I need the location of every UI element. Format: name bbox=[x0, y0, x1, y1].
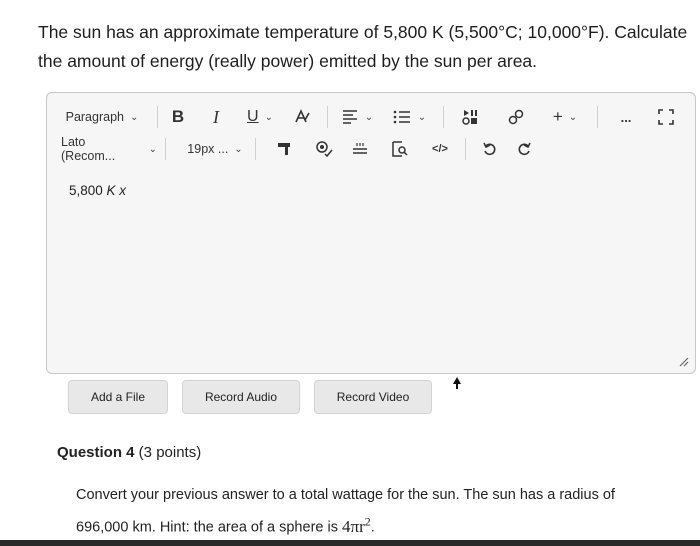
editor-content-italic: K x bbox=[106, 183, 127, 198]
toolbar-divider bbox=[443, 106, 444, 128]
align-left-icon bbox=[342, 110, 357, 124]
media-icon bbox=[462, 110, 477, 125]
accessibility-check-button[interactable] bbox=[311, 132, 337, 166]
align-dropdown[interactable]: ⌄ bbox=[337, 100, 377, 134]
editor-content[interactable]: 5,800 K x bbox=[69, 183, 126, 198]
record-audio-button[interactable]: Record Audio bbox=[182, 380, 300, 414]
question-4-points: (3 points) bbox=[134, 444, 202, 461]
font-size-dropdown[interactable]: 19px ... ⌄ bbox=[183, 132, 247, 166]
toolbar-row-2: Lato (Recom... ⌄ 19px ... ⌄ </> bbox=[47, 132, 695, 166]
text-color-button[interactable] bbox=[289, 100, 315, 134]
toolbar-divider bbox=[327, 106, 328, 128]
question-4-line-2-text: 696,000 km. Hint: the area of a sphere i… bbox=[76, 519, 342, 536]
rich-text-editor[interactable]: Paragraph ⌄ B I U ⌄ ⌄ ⌄ + ⌄ ... Lato (Re… bbox=[46, 92, 696, 374]
record-video-button[interactable]: Record Video bbox=[314, 380, 432, 414]
font-family-dropdown[interactable]: Lato (Recom... ⌄ bbox=[57, 132, 157, 166]
toolbar-divider bbox=[465, 138, 466, 160]
insert-dropdown[interactable]: + ⌄ bbox=[545, 100, 585, 134]
plus-icon: + bbox=[552, 107, 563, 126]
question-4-text: Convert your previous answer to a total … bbox=[76, 482, 676, 541]
question-line-2: the amount of energy (really power) emit… bbox=[38, 51, 538, 71]
expand-icon bbox=[658, 109, 674, 125]
underline-label: U bbox=[247, 108, 259, 125]
find-replace-button[interactable] bbox=[387, 132, 413, 166]
chevron-down-icon: ⌄ bbox=[129, 111, 139, 123]
equation-button[interactable] bbox=[347, 132, 373, 166]
fullscreen-button[interactable] bbox=[653, 100, 679, 134]
chevron-down-icon: ⌄ bbox=[568, 111, 578, 123]
screen-bottom-edge bbox=[0, 540, 700, 546]
mouse-cursor-icon bbox=[453, 377, 461, 389]
toolbar-row-1: Paragraph ⌄ B I U ⌄ ⌄ ⌄ + ⌄ ... bbox=[47, 100, 695, 134]
format-painter-icon bbox=[278, 143, 290, 155]
toolbar-divider bbox=[165, 138, 166, 160]
font-size-label: 19px ... bbox=[187, 142, 229, 156]
question-4-line-1: Convert your previous answer to a total … bbox=[76, 487, 615, 503]
equation-icon bbox=[353, 143, 367, 154]
question-4-heading: Question 4 (3 points) bbox=[57, 444, 201, 461]
text-color-icon bbox=[295, 109, 310, 123]
link-icon bbox=[508, 109, 524, 125]
font-family-label: Lato (Recom... bbox=[61, 135, 116, 163]
paragraph-format-label: Paragraph bbox=[65, 110, 124, 124]
resize-handle-icon[interactable] bbox=[677, 355, 689, 367]
italic-button[interactable]: I bbox=[205, 100, 227, 134]
insert-media-button[interactable] bbox=[457, 100, 483, 134]
accessibility-icon bbox=[316, 141, 333, 158]
undo-icon bbox=[483, 142, 496, 156]
question-4-line-2: 696,000 km. Hint: the area of a sphere i… bbox=[76, 508, 676, 541]
format-painter-button[interactable] bbox=[271, 132, 297, 166]
bold-button[interactable]: B bbox=[167, 100, 189, 134]
chevron-down-icon: ⌄ bbox=[417, 111, 427, 123]
redo-icon bbox=[518, 142, 531, 156]
toolbar-divider bbox=[255, 138, 256, 160]
redo-button[interactable] bbox=[511, 132, 537, 166]
question-4-title: Question 4 bbox=[57, 444, 135, 461]
code-icon: </> bbox=[432, 143, 448, 155]
toolbar-divider bbox=[157, 106, 158, 128]
list-icon bbox=[393, 110, 410, 124]
paragraph-format-dropdown[interactable]: Paragraph ⌄ bbox=[57, 100, 147, 134]
list-dropdown[interactable]: ⌄ bbox=[387, 100, 431, 134]
chevron-down-icon: ⌄ bbox=[264, 111, 273, 123]
undo-button[interactable] bbox=[477, 132, 503, 166]
more-options-button[interactable]: ... bbox=[613, 100, 639, 134]
chevron-down-icon: ⌄ bbox=[148, 143, 157, 155]
formula-base: 4πr bbox=[341, 516, 365, 536]
source-code-button[interactable]: </> bbox=[427, 132, 453, 166]
formula-period: . bbox=[370, 519, 375, 536]
editor-content-text: 5,800 bbox=[69, 183, 107, 198]
underline-button[interactable]: U ⌄ bbox=[243, 100, 277, 134]
insert-link-button[interactable] bbox=[503, 100, 529, 134]
question-line-1: The sun has an approximate temperature o… bbox=[38, 22, 688, 42]
chevron-down-icon: ⌄ bbox=[234, 143, 243, 155]
add-file-button[interactable]: Add a File bbox=[68, 380, 168, 414]
sphere-area-formula: 4πr2 bbox=[341, 514, 371, 536]
toolbar-divider bbox=[597, 106, 598, 128]
find-replace-icon bbox=[392, 141, 408, 157]
question-text: The sun has an approximate temperature o… bbox=[38, 18, 688, 76]
chevron-down-icon: ⌄ bbox=[364, 111, 374, 123]
